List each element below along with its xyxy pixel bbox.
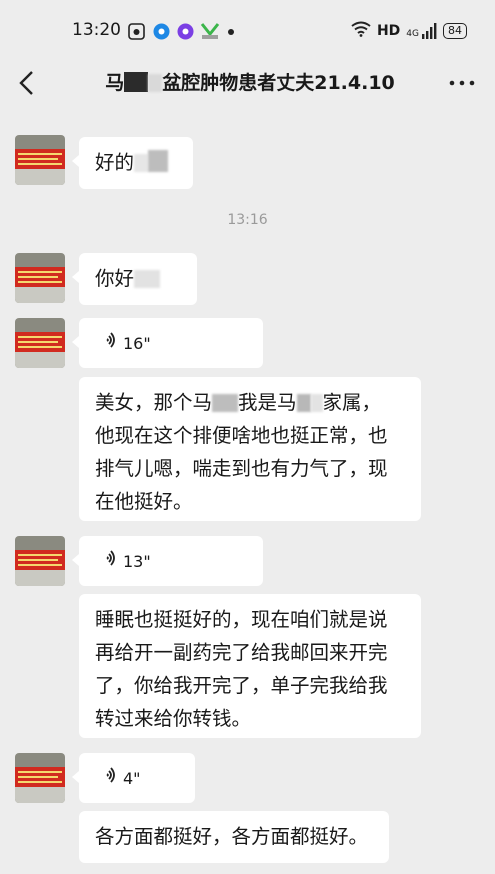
blur-block (148, 150, 169, 172)
blur-block (296, 394, 311, 412)
blue-app-icon (153, 23, 170, 40)
voice-wave-icon (101, 545, 117, 578)
signal-label: 4G (406, 29, 419, 39)
message-bubble[interactable]: 你好 (72, 253, 197, 305)
blur-block (148, 74, 163, 92)
message-text: 好的 (95, 151, 135, 174)
battery-icon: 84 (443, 23, 467, 39)
message-line: 排气儿嗯，喘走到也有力气了，现 (95, 457, 388, 480)
back-arrow-icon[interactable] (14, 68, 42, 98)
camera-app-icon (128, 23, 145, 40)
chat-title: 马 盆腔肿物患者丈夫21.4.10 (60, 68, 440, 95)
blur-block (134, 154, 149, 172)
network-label: HD (376, 23, 401, 39)
message-line: 美女，那个马 我是马 家属， (95, 391, 382, 414)
more-options-icon[interactable] (445, 70, 479, 96)
voice-duration: 4" (123, 768, 141, 788)
message-line: 再给开一副药完了给我邮回来开完 (95, 641, 388, 664)
notification-dot-icon (228, 29, 234, 35)
avatar[interactable] (15, 753, 65, 803)
avatar[interactable] (15, 253, 65, 303)
chat-header: 马 盆腔肿物患者丈夫21.4.10 (0, 58, 495, 110)
message-line: 他现在这个排便啥地也挺正常，也 (95, 424, 388, 447)
message-bubble[interactable]: 各方面都挺好，各方面都挺好。 (79, 811, 389, 863)
message-bubble[interactable]: 睡眠也挺挺好的，现在咱们就是说 再给开一副药完了给我邮回来开完 了，你给我开完了… (79, 594, 421, 738)
title-suffix: 盆腔肿物患者丈夫21.4.10 (162, 72, 395, 94)
avatar[interactable] (15, 536, 65, 586)
blur-block (134, 270, 161, 288)
purple-app-icon (177, 23, 194, 40)
status-bar: 13:20 HD 4G 84 (0, 0, 495, 58)
message-text: 美女，那个马 (95, 391, 213, 414)
wifi-icon (351, 21, 371, 41)
green-app-icon (200, 21, 220, 39)
message-bubble[interactable]: 美女，那个马 我是马 家属， 他现在这个排便啥地也挺正常，也 排气儿嗯，喘走到也有力… (79, 377, 421, 521)
message-text: 你好 (95, 267, 135, 290)
voice-message-bubble[interactable]: 13" (72, 536, 263, 586)
voice-wave-icon (101, 762, 117, 795)
voice-duration: 13" (123, 551, 151, 571)
signal-icon: 4G (406, 23, 437, 39)
message-line: 了，你给我开完了，单子完我给我 (95, 674, 388, 697)
avatar[interactable] (15, 318, 65, 368)
voice-message-bubble[interactable]: 4" (72, 753, 195, 803)
message-bubble[interactable]: 好的 (72, 137, 193, 189)
voice-duration: 16" (123, 333, 151, 353)
redaction-block (124, 72, 149, 92)
title-prefix: 马 (105, 72, 125, 94)
voice-message-bubble[interactable]: 16" (72, 318, 263, 368)
message-text: 各方面都挺好，各方面都挺好。 (95, 825, 369, 848)
status-time: 13:20 (72, 20, 121, 40)
message-line: 睡眠也挺挺好的，现在咱们就是说 (95, 608, 388, 631)
message-timestamp: 13:16 (227, 212, 268, 228)
message-line: 转过来给你转钱。 (95, 707, 252, 730)
blur-block (212, 394, 239, 412)
avatar[interactable] (15, 135, 65, 185)
voice-wave-icon (101, 327, 117, 360)
blur-block (310, 394, 323, 412)
message-line: 在他挺好。 (95, 490, 193, 513)
